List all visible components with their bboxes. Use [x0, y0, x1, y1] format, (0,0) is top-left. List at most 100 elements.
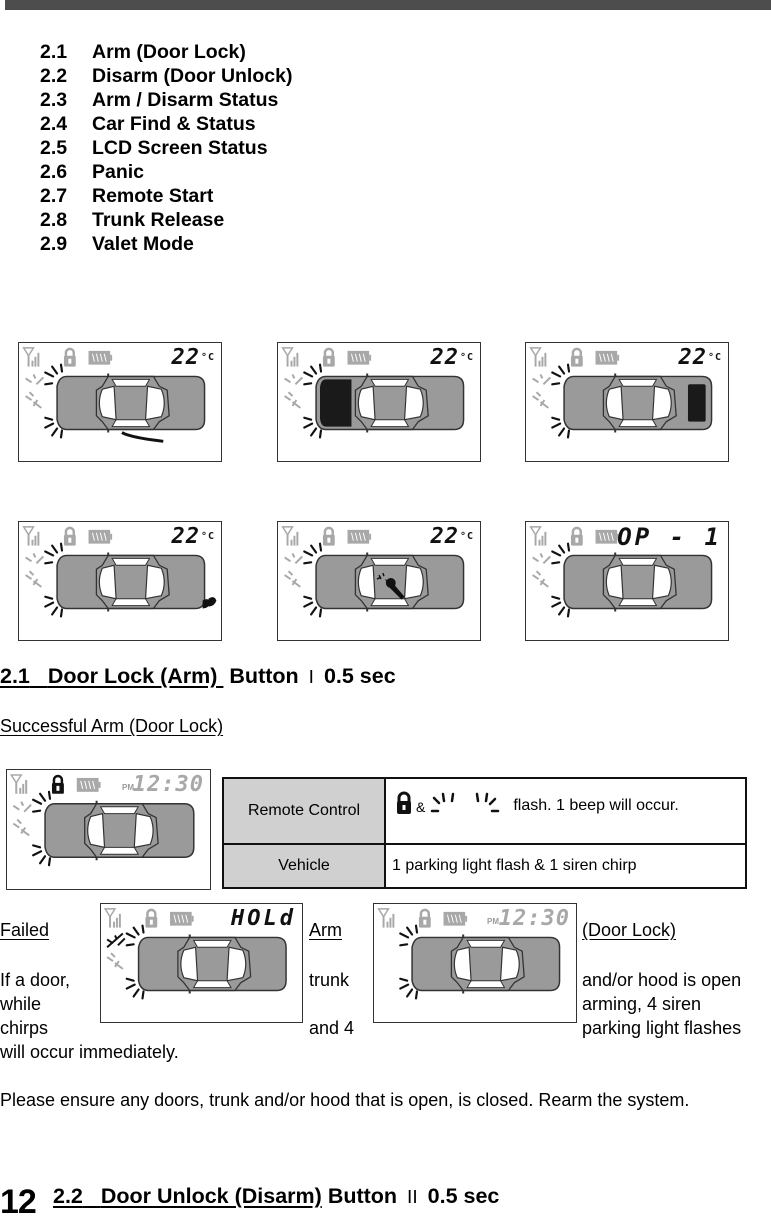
- lcd-trunk-open: 22°C: [525, 342, 729, 462]
- battery-icon: [76, 777, 101, 792]
- battery-icon: [88, 529, 113, 544]
- signal-icon: [281, 526, 299, 546]
- shock-icon: [12, 818, 30, 837]
- toc-item[interactable]: 2.9 Valet Mode: [40, 232, 292, 256]
- toc-item[interactable]: 2.2 Disarm (Door Unlock): [40, 64, 292, 88]
- temperature-readout: 22°C: [678, 345, 722, 370]
- shock-icon: [284, 570, 301, 588]
- shock-icon: [106, 952, 124, 970]
- toc-item[interactable]: 2.4 Car Find & Status: [40, 112, 292, 136]
- lock-icon: [63, 347, 76, 367]
- alarm-icon: [25, 374, 44, 385]
- toc-item[interactable]: 2.8 Trunk Release: [40, 208, 292, 232]
- shock-icon: [532, 570, 549, 588]
- toc-item[interactable]: 2.3 Arm / Disarm Status: [40, 88, 292, 112]
- failed-heading-part2: Arm: [309, 920, 342, 940]
- signal-icon: [22, 347, 40, 367]
- arm-result-table: Remote Control & flash. 1 beep will occu…: [222, 777, 747, 889]
- lcd-armed-success: PM 12:30: [6, 769, 211, 890]
- signal-icon: [22, 526, 40, 546]
- option-readout: OP - 1: [617, 523, 722, 551]
- lock-icon: [570, 526, 583, 546]
- car-icon: [563, 373, 713, 433]
- row-value-vehicle: 1 parking light flash & 1 siren chirp: [384, 843, 747, 889]
- signal-icon: [529, 526, 547, 546]
- temperature-readout: 22°C: [171, 345, 215, 370]
- failed-text-col1: If a door, while chirps will occur immed…: [0, 970, 179, 1062]
- alarm-icon: [532, 374, 551, 385]
- section-toc: 2.1 Arm (Door Lock) 2.2 Disarm (Door Unloc…: [40, 40, 292, 256]
- lcd-option-mode: OP - 1: [525, 521, 729, 641]
- hold-readout: HOLd: [231, 906, 296, 931]
- table-row: Vehicle 1 parking light flash & 1 siren …: [222, 843, 747, 889]
- signal-icon: [9, 774, 28, 794]
- lcd-hood-open: 22°C: [277, 342, 481, 462]
- lcd-door-open: 22°C: [18, 342, 222, 462]
- rearm-note: Please ensure any doors, trunk and/or ho…: [0, 1090, 690, 1110]
- button-one-icon: Ⅰ: [308, 667, 314, 687]
- signal-icon: [281, 347, 299, 367]
- success-heading: Successful Arm (Door Lock): [0, 716, 224, 736]
- lock-icon: [63, 526, 76, 546]
- battery-icon: [347, 350, 372, 365]
- failed-text-col3: and/or hood is open arming, 4 siren park…: [582, 970, 742, 1038]
- battery-icon: [170, 911, 194, 926]
- lock-icon: [418, 908, 431, 928]
- light-flash-right-icon: [476, 792, 500, 813]
- toc-item[interactable]: 2.5 LCD Screen Status: [40, 136, 292, 160]
- lcd-clock: PM 12:30: [373, 903, 577, 1023]
- alarm-icon: [532, 553, 551, 564]
- car-icon: [56, 373, 206, 433]
- table-row: Remote Control & flash. 1 beep will occu…: [222, 777, 747, 845]
- toc-item[interactable]: 2.1 Arm (Door Lock): [40, 40, 292, 64]
- battery-icon: [88, 350, 113, 365]
- signal-icon: [103, 908, 121, 928]
- temperature-readout: 22°C: [171, 524, 215, 549]
- shock-icon: [532, 391, 549, 409]
- lcd-shock-sensor: 22°C: [277, 521, 481, 641]
- car-icon: [411, 934, 561, 994]
- lock-icon: [322, 526, 335, 546]
- clock-readout: 12:30: [132, 772, 204, 797]
- row-label-remote: Remote Control: [222, 777, 386, 845]
- lock-icon: [397, 791, 411, 814]
- shock-icon: [25, 570, 42, 588]
- row-value-remote: & flash. 1 beep will occur.: [384, 777, 747, 845]
- failed-heading-part1: Failed: [0, 920, 50, 940]
- shock-icon: [284, 391, 301, 409]
- temperature-readout: 22°C: [430, 524, 474, 549]
- car-icon: [56, 552, 206, 612]
- row-label-vehicle: Vehicle: [222, 843, 386, 889]
- lcd-remote-start: 22°C: [18, 521, 222, 641]
- page-header-bar: [5, 0, 771, 10]
- alarm-icon: [284, 553, 303, 564]
- alarm-icon: [25, 553, 44, 564]
- pm-indicator: PM: [487, 917, 499, 926]
- light-flash-left-icon: [431, 792, 455, 813]
- battery-icon: [443, 911, 468, 926]
- button-two-icon: ⅠⅠ: [407, 1187, 418, 1207]
- failed-heading-part3: (Door Lock): [582, 920, 677, 940]
- alarm-icon: [106, 932, 126, 949]
- shock-icon: [25, 391, 42, 409]
- battery-icon: [595, 350, 620, 365]
- open-door-icon: [121, 431, 164, 443]
- lock-icon: [322, 347, 335, 367]
- toc-item[interactable]: 2.7 Remote Start: [40, 184, 292, 208]
- section-2-1-heading: 2.1 Door Lock (Arm) Button Ⅰ 0.5 sec: [0, 664, 396, 688]
- signal-icon: [377, 908, 395, 928]
- section-2-2-heading: 2.2 Door Unlock (Disarm) Button ⅠⅠ 0.5 s…: [53, 1184, 500, 1208]
- signal-icon: [529, 347, 547, 367]
- toc-item[interactable]: 2.6 Panic: [40, 160, 292, 184]
- lock-icon: [570, 347, 583, 367]
- temperature-readout: 22°C: [430, 345, 474, 370]
- battery-icon: [595, 529, 620, 544]
- car-icon: [44, 800, 195, 861]
- alarm-icon: [12, 801, 32, 813]
- failed-text-col2: trunk and 4: [309, 970, 355, 1038]
- alarm-icon: [284, 374, 303, 385]
- lock-icon: [145, 908, 158, 928]
- car-icon: [563, 552, 713, 612]
- clock-readout: 12:30: [498, 906, 570, 931]
- lock-icon: [51, 774, 64, 794]
